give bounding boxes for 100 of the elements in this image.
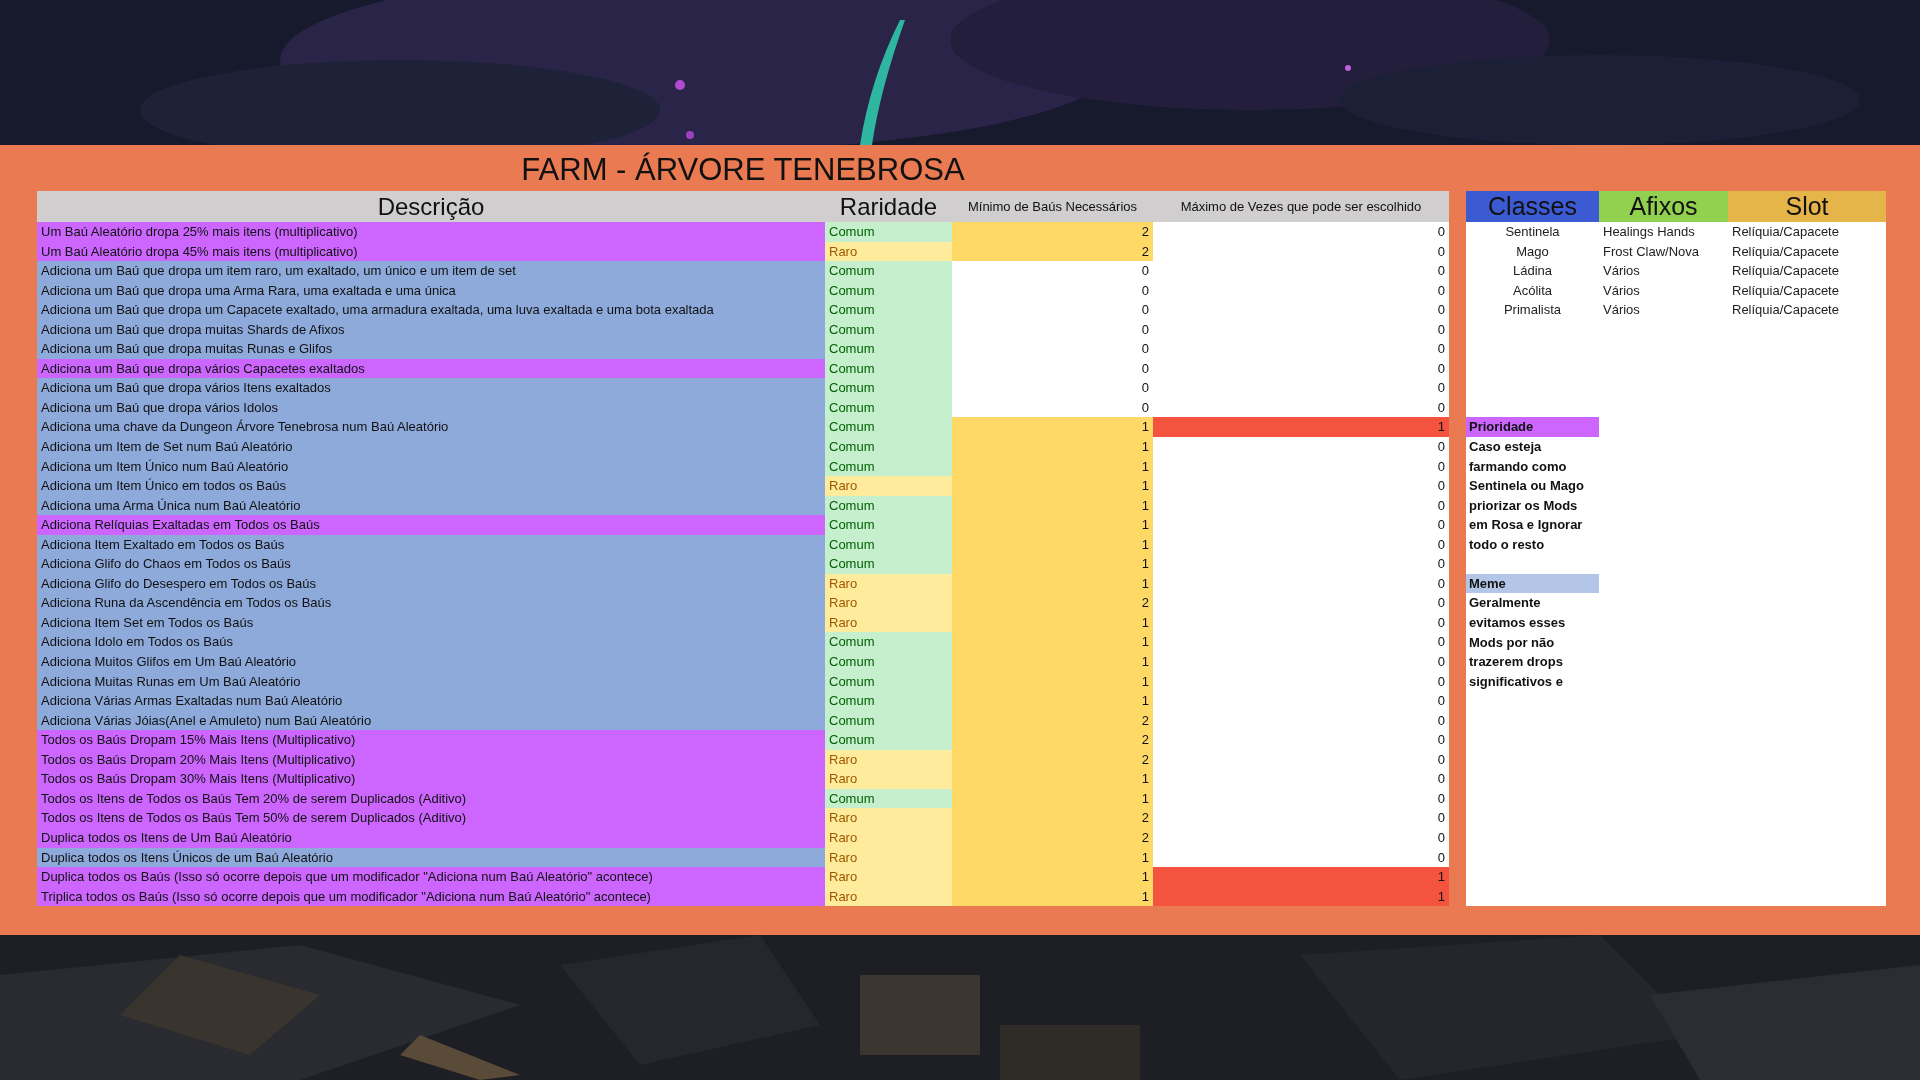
table-cell: 0 xyxy=(1153,749,1449,770)
rarity-cell: Raro xyxy=(825,769,952,789)
table-cell: 1 xyxy=(1153,417,1449,437)
description-cell: Adiciona um Baú que dropa muitas Shards de Afixos xyxy=(37,319,825,340)
table-cell: 0 xyxy=(1153,593,1449,613)
description-cell: Adiciona Muitas Runas em Um Baú Aleatório xyxy=(37,671,825,692)
rarity-cell: Comum xyxy=(825,319,952,340)
rarity-cell: Raro xyxy=(825,241,952,262)
table-cell: 0 xyxy=(1153,710,1449,731)
table-cell: 2 xyxy=(952,222,1153,242)
column-header: Mínimo de Baús Necessários xyxy=(966,198,1139,216)
table-cell: 2 xyxy=(952,827,1153,848)
table-cell: 2 xyxy=(952,808,1153,828)
rarity-cell: Comum xyxy=(825,300,952,320)
description-cell: Duplica todos os Itens Únicos de um Baú Aleatório xyxy=(37,847,825,868)
table-cell: 0 xyxy=(1153,827,1449,848)
table-cell-text: Mago xyxy=(1515,242,1550,261)
description-cell: Adiciona Runa da Ascendência em Todos os Baús xyxy=(37,593,825,613)
rarity-cell: Raro xyxy=(825,867,952,887)
table-cell-text: Vários xyxy=(1602,262,1641,281)
table-cell-text: Relíquia/Capacete xyxy=(1731,223,1840,241)
description-cell: Adiciona um Baú que dropa muitas Runas e Glifos xyxy=(37,339,825,359)
description-cell: Adiciona um Item de Set num Baú Aleatório xyxy=(37,437,825,457)
rarity-cell: Comum xyxy=(825,554,952,574)
note-text: Caso esteja farmando como Sentinela ou Mago priorizar os Mods em Rosa e Ignorar todo o resto xyxy=(1468,438,1585,554)
description-cell: Todos os Baús Dropam 20% Mais Itens (Multiplicativo) xyxy=(37,749,825,770)
table-cell: 0 xyxy=(1153,241,1449,262)
table-cell: 2 xyxy=(952,749,1153,770)
table-cell: 1 xyxy=(952,515,1153,535)
table-cell: 0 xyxy=(1153,280,1449,301)
rarity-cell: Comum xyxy=(825,730,952,750)
note-text: Geralmente evitamos esses Mods por não trazerem drops significativos e xyxy=(1468,594,1567,691)
description-cell: Adiciona Item Exaltado em Todos os Baús xyxy=(37,534,825,555)
rarity-cell: Comum xyxy=(825,261,952,281)
rarity-cell: Comum xyxy=(825,339,952,359)
description-cell: Um Baú Aleatório dropa 25% mais itens (multiplicativo) xyxy=(37,222,825,242)
rarity-cell: Comum xyxy=(825,691,952,711)
rarity-cell: Comum xyxy=(825,456,952,477)
table-cell: 1 xyxy=(952,456,1153,477)
description-cell: Todos os Baús Dropam 30% Mais Itens (Multiplicativo) xyxy=(37,769,825,789)
table-cell: 1 xyxy=(952,534,1153,555)
table-cell: 1 xyxy=(952,867,1153,887)
rarity-cell: Raro xyxy=(825,749,952,770)
table-cell: 0 xyxy=(1153,358,1449,379)
table-cell-text: Ládina xyxy=(1511,262,1553,281)
rarity-cell: Comum xyxy=(825,417,952,437)
table-cell: 0 xyxy=(1153,515,1449,535)
rarity-cell: Comum xyxy=(825,534,952,555)
description-cell: Adiciona Várias Jóias(Anel e Amuleto) num Baú Aleatório xyxy=(37,710,825,731)
table-cell: 1 xyxy=(952,652,1153,672)
table-cell: 1 xyxy=(952,417,1153,437)
note-heading: Prioridade xyxy=(1466,417,1599,438)
table-cell: 0 xyxy=(1153,534,1449,555)
description-cell: Adiciona Glifo do Chaos em Todos os Baús xyxy=(37,554,825,574)
description-cell: Adiciona Várias Armas Exaltadas num Baú Aleatório xyxy=(37,691,825,711)
description-cell: Triplica todos os Baús (Isso só ocorre depois que um modificador "Adiciona num Baú Aleatório" acontece) xyxy=(37,886,825,907)
table-cell: 1 xyxy=(952,437,1153,457)
table-cell: 0 xyxy=(952,300,1153,320)
table-cell: 1 xyxy=(952,495,1153,516)
description-cell: Adiciona Glifo do Desespero em Todos os Baús xyxy=(37,573,825,594)
rarity-cell: Comum xyxy=(825,632,952,653)
column-header: Raridade xyxy=(838,191,939,222)
table-cell-text: Relíquia/Capacete xyxy=(1731,262,1840,281)
description-cell: Adiciona Relíquias Exaltadas em Todos os Baús xyxy=(37,515,825,535)
table-cell-text: Frost Claw/Nova xyxy=(1602,242,1701,261)
table-cell: 0 xyxy=(1153,261,1449,281)
rarity-cell: Comum xyxy=(825,378,952,398)
table-cell: 0 xyxy=(952,378,1153,398)
description-cell: Duplica todos os Baús (Isso só ocorre depois que um modificador "Adiciona num Baú Aleatório" acontece) xyxy=(37,867,825,887)
table-cell-text: Vários xyxy=(1602,281,1641,300)
table-cell: 0 xyxy=(952,397,1153,418)
description-cell: Adiciona um Baú que dropa um Capacete exaltado, uma armadura exaltada, uma luva exaltada e uma bota exaltada xyxy=(37,300,825,320)
rarity-cell: Raro xyxy=(825,573,952,594)
description-cell: Um Baú Aleatório dropa 45% mais itens (multiplicativo) xyxy=(37,241,825,262)
description-cell: Adiciona um Baú que dropa vários Capacetes exaltados xyxy=(37,358,825,379)
description-cell: Adiciona um Baú que dropa um item raro, um exaltado, um único e um item de set xyxy=(37,261,825,281)
table-cell: 0 xyxy=(952,319,1153,340)
rarity-cell: Raro xyxy=(825,847,952,868)
table-cell: 1 xyxy=(952,769,1153,789)
table-cell: 1 xyxy=(952,632,1153,653)
table-cell: 0 xyxy=(1153,476,1449,496)
description-cell: Adiciona um Baú que dropa vários Idolos xyxy=(37,397,825,418)
table-cell: 0 xyxy=(1153,222,1449,242)
table-cell: 0 xyxy=(1153,808,1449,828)
table-cell: 0 xyxy=(952,261,1153,281)
rarity-cell: Comum xyxy=(825,652,952,672)
rarity-cell: Raro xyxy=(825,808,952,828)
table-cell: 1 xyxy=(952,671,1153,692)
table-cell: 0 xyxy=(1153,339,1449,359)
rarity-cell: Raro xyxy=(825,886,952,907)
table-cell: 0 xyxy=(952,280,1153,301)
table-cell: 0 xyxy=(952,339,1153,359)
description-cell: Adiciona um Item Único num Baú Aleatório xyxy=(37,456,825,477)
table-cell: 1 xyxy=(952,554,1153,574)
table-cell: 2 xyxy=(952,710,1153,731)
table-cell-text: Sentinela xyxy=(1504,223,1561,241)
rarity-cell: Comum xyxy=(825,788,952,809)
rarity-cell: Raro xyxy=(825,612,952,633)
table-cell: 2 xyxy=(952,593,1153,613)
table-cell: 1 xyxy=(1153,886,1449,907)
